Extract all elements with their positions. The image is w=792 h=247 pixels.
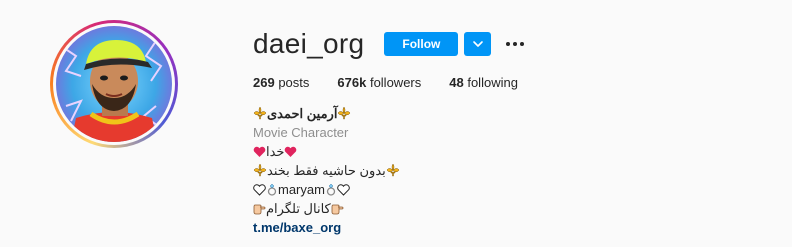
chevron-down-icon bbox=[473, 41, 483, 47]
category: Movie Character bbox=[253, 125, 349, 140]
avatar-image bbox=[56, 26, 172, 142]
bio-line-4: کانال تلگرام bbox=[253, 199, 400, 218]
following-count[interactable]: 48 following bbox=[449, 75, 518, 90]
story-ring[interactable] bbox=[50, 20, 178, 148]
bio-line-1: خدا bbox=[253, 142, 400, 161]
avatar[interactable] bbox=[56, 26, 172, 142]
fleur-de-lis-icon bbox=[386, 163, 400, 182]
username: daei_org bbox=[253, 28, 365, 59]
external-link[interactable]: t.me/baxe_org bbox=[253, 218, 400, 237]
bio-line-2: بدون حاشیه فقط بخند bbox=[253, 161, 400, 180]
bio-line-3: maryam bbox=[253, 180, 400, 199]
followers-count[interactable]: 676k followers bbox=[337, 75, 421, 90]
profile-stats: 269 posts 676k followers 48 following bbox=[253, 75, 546, 90]
full-name: آرمین احمدی bbox=[267, 106, 338, 121]
more-options-button[interactable] bbox=[503, 32, 527, 56]
follow-button[interactable]: Follow bbox=[384, 32, 459, 56]
suggested-dropdown-button[interactable] bbox=[464, 32, 492, 56]
full-name-line: آرمین احمدی bbox=[253, 104, 400, 123]
more-options-icon bbox=[506, 42, 525, 46]
profile-bio: آرمین احمدی Movie Character خدا بدون حاش… bbox=[253, 104, 400, 237]
profile-header: daei_org Follow bbox=[253, 30, 527, 58]
posts-count: 269 posts bbox=[253, 75, 310, 90]
profile-page: daei_org Follow 269 posts 676k followers… bbox=[0, 0, 792, 247]
